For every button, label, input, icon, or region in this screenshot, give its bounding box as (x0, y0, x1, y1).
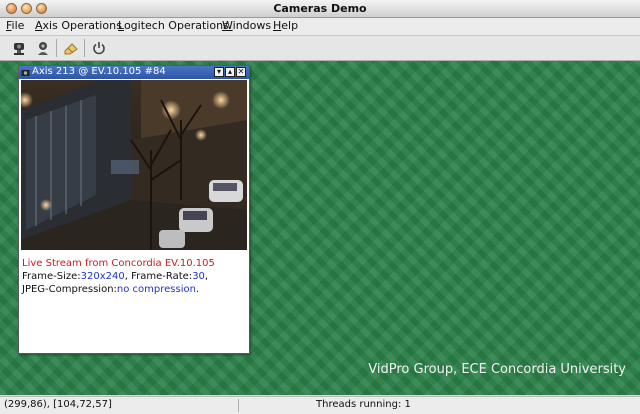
menu-file[interactable]: File (6, 19, 24, 32)
desktop-workspace: VidPro Group, ECE Concordia University A… (0, 61, 640, 395)
window-title: Cameras Demo (273, 2, 367, 15)
menu-axis-operations[interactable]: Axis Operations (35, 19, 122, 32)
camera-window-title: Axis 213 @ EV.10.105 #84 (32, 66, 166, 77)
live-video-frame[interactable] (21, 80, 247, 250)
camera-window[interactable]: Axis 213 @ EV.10.105 #84 ▾ ▴ ✕ Live Stre… (18, 65, 250, 354)
status-divider (238, 399, 239, 412)
menu-bar: File Axis Operations Logitech Operations… (0, 18, 640, 36)
eraser-icon[interactable] (62, 39, 80, 57)
frame-info-line: Frame-Size:320x240, Frame-Rate:30, (22, 271, 209, 282)
status-bar: (299,86), [104,72,57] Threads running: 1 (0, 396, 640, 414)
menu-help[interactable]: Help (273, 19, 298, 32)
toolbar-separator (84, 39, 85, 57)
title-bar: Cameras Demo (0, 0, 640, 18)
camera-axis-icon[interactable] (10, 39, 28, 57)
menu-logitech-operations[interactable]: Logitech Operations (118, 19, 229, 32)
toolbar-separator (56, 39, 57, 57)
minimize-icon[interactable]: ▾ (214, 67, 224, 77)
frame-size-value: 320x240 (80, 271, 125, 282)
camera-window-title-bar[interactable]: Axis 213 @ EV.10.105 #84 ▾ ▴ ✕ (19, 66, 249, 79)
camera-icon (21, 70, 30, 76)
jpeg-compression-value: no compression (116, 284, 196, 295)
stream-label: Live Stream from Concordia EV.10.105 (22, 258, 215, 269)
power-icon[interactable] (90, 39, 108, 57)
street-night-image (21, 80, 247, 250)
workspace-watermark: VidPro Group, ECE Concordia University (368, 362, 626, 377)
cursor-coordinates: (299,86), [104,72,57] (4, 399, 112, 410)
frame-rate-value: 30 (192, 271, 205, 282)
threads-running: Threads running: 1 (316, 399, 411, 410)
close-icon[interactable]: ✕ (236, 67, 246, 77)
toolbar (0, 36, 640, 61)
camera-logitech-icon[interactable] (34, 39, 52, 57)
compression-info-line: JPEG-Compression:no compression. (22, 284, 200, 295)
maximize-icon[interactable]: ▴ (225, 67, 235, 77)
menu-windows[interactable]: Windows (222, 19, 271, 32)
stream-info: Live Stream from Concordia EV.10.105 Fra… (22, 257, 215, 296)
